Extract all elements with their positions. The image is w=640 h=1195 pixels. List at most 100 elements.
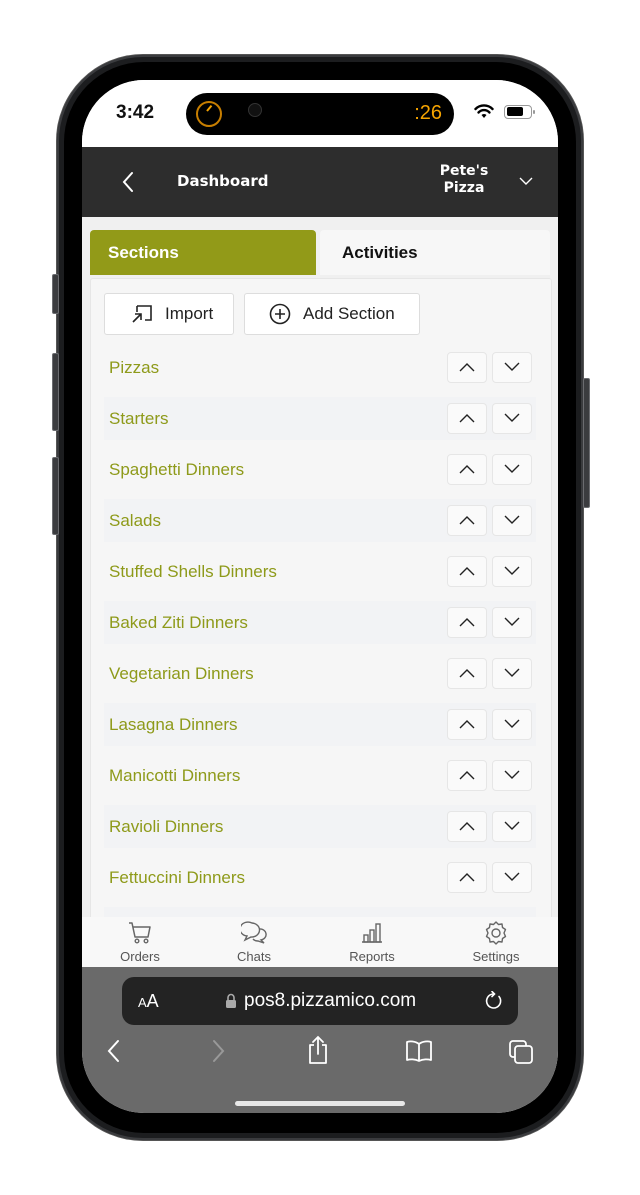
move-down-button[interactable] bbox=[492, 403, 532, 434]
chevron-down-icon[interactable] bbox=[519, 175, 533, 187]
section-name[interactable]: Lasagna Dinners bbox=[104, 715, 238, 735]
app-header: Dashboard Pete's Pizza bbox=[82, 147, 558, 217]
section-row: Vegetarian Dinners bbox=[104, 652, 536, 695]
add-section-label: Add Section bbox=[303, 304, 395, 323]
page-title: Dashboard bbox=[177, 172, 269, 190]
section-name[interactable]: Fettuccini Dinners bbox=[104, 868, 245, 888]
import-button[interactable]: Import bbox=[104, 293, 234, 335]
section-row: Starters bbox=[104, 397, 536, 440]
section-name[interactable]: Vegetarian Dinners bbox=[104, 664, 254, 684]
nav-orders-label: Orders bbox=[120, 949, 160, 964]
store-selector[interactable]: Pete's Pizza bbox=[432, 163, 496, 197]
section-row: Pizzas bbox=[104, 346, 536, 389]
nav-reports-label: Reports bbox=[349, 949, 395, 964]
volume-down-button bbox=[52, 457, 59, 535]
move-up-button[interactable] bbox=[447, 760, 487, 791]
move-down-button[interactable] bbox=[492, 505, 532, 536]
section-name[interactable]: Baked Ziti Dinners bbox=[104, 613, 248, 633]
nav-orders[interactable]: Orders bbox=[95, 917, 185, 964]
move-down-button[interactable] bbox=[492, 454, 532, 485]
move-up-button[interactable] bbox=[447, 709, 487, 740]
section-row: Stuffed Shells Dinners bbox=[104, 550, 536, 593]
move-up-button[interactable] bbox=[447, 403, 487, 434]
sections-panel: Import Add Section Pizzas Starters Spaghet… bbox=[90, 278, 552, 917]
reload-icon[interactable] bbox=[484, 991, 504, 1011]
reorder-controls bbox=[447, 760, 536, 791]
section-name[interactable]: Starters bbox=[104, 409, 169, 429]
reorder-controls bbox=[447, 403, 536, 434]
chevron-up-icon bbox=[459, 716, 475, 734]
section-list: Pizzas Starters Spaghetti Dinners Salads Stu… bbox=[104, 346, 536, 917]
back-icon[interactable] bbox=[120, 171, 136, 193]
chevron-down-icon bbox=[504, 563, 520, 581]
action-row: Import Add Section bbox=[104, 293, 420, 335]
cart-icon bbox=[129, 922, 151, 944]
move-down-button[interactable] bbox=[492, 556, 532, 587]
move-down-button[interactable] bbox=[492, 709, 532, 740]
status-icons bbox=[474, 104, 535, 119]
island-timer-text: :26 bbox=[414, 102, 442, 124]
chevron-up-icon bbox=[459, 410, 475, 428]
chat-bubbles-icon bbox=[241, 921, 267, 944]
text-size-button[interactable]: AA bbox=[138, 991, 159, 1012]
move-up-button[interactable] bbox=[447, 862, 487, 893]
reorder-controls bbox=[447, 862, 536, 893]
chevron-up-icon bbox=[459, 461, 475, 479]
section-row-partial bbox=[104, 907, 536, 917]
plus-circle-icon bbox=[269, 303, 291, 325]
move-up-button[interactable] bbox=[447, 811, 487, 842]
section-row: Lasagna Dinners bbox=[104, 703, 536, 746]
chevron-down-icon bbox=[504, 665, 520, 683]
section-name[interactable]: Manicotti Dinners bbox=[104, 766, 240, 786]
chevron-up-icon bbox=[459, 869, 475, 887]
browser-toolbar: AA pos8.pizzamico.com bbox=[82, 967, 558, 1113]
tab-activities[interactable]: Activities bbox=[320, 230, 550, 275]
move-up-button[interactable] bbox=[447, 454, 487, 485]
section-row: Manicotti Dinners bbox=[104, 754, 536, 797]
move-down-button[interactable] bbox=[492, 607, 532, 638]
move-up-button[interactable] bbox=[447, 556, 487, 587]
chevron-down-icon bbox=[504, 461, 520, 479]
move-down-button[interactable] bbox=[492, 760, 532, 791]
section-name[interactable]: Pizzas bbox=[104, 358, 159, 378]
nav-reports[interactable]: Reports bbox=[327, 917, 417, 964]
section-name[interactable]: Spaghetti Dinners bbox=[104, 460, 244, 480]
nav-settings-label: Settings bbox=[472, 949, 520, 964]
tabs-icon[interactable] bbox=[508, 1039, 534, 1065]
bottom-nav: Orders Chats Reports Settings bbox=[82, 917, 558, 967]
move-down-button[interactable] bbox=[492, 352, 532, 383]
nav-chats-label: Chats bbox=[237, 949, 271, 964]
move-down-button[interactable] bbox=[492, 658, 532, 689]
move-up-button[interactable] bbox=[447, 505, 487, 536]
tab-sections[interactable]: Sections bbox=[90, 230, 316, 275]
section-row: Ravioli Dinners bbox=[104, 805, 536, 848]
reorder-controls bbox=[447, 454, 536, 485]
battery-icon bbox=[504, 104, 535, 119]
address-bar[interactable]: AA pos8.pizzamico.com bbox=[122, 977, 518, 1025]
section-name[interactable]: Ravioli Dinners bbox=[104, 817, 223, 837]
move-down-button[interactable] bbox=[492, 862, 532, 893]
action-button bbox=[52, 274, 59, 314]
browser-forward-icon[interactable] bbox=[210, 1039, 226, 1063]
chevron-down-icon bbox=[504, 869, 520, 887]
section-name[interactable]: Stuffed Shells Dinners bbox=[104, 562, 277, 582]
bookmarks-icon[interactable] bbox=[405, 1039, 433, 1063]
section-row: Salads bbox=[104, 499, 536, 542]
nav-settings[interactable]: Settings bbox=[451, 917, 541, 964]
url-text[interactable]: pos8.pizzamico.com bbox=[244, 990, 416, 1012]
move-up-button[interactable] bbox=[447, 352, 487, 383]
nav-chats[interactable]: Chats bbox=[209, 917, 299, 964]
chevron-up-icon bbox=[459, 512, 475, 530]
move-up-button[interactable] bbox=[447, 607, 487, 638]
move-down-button[interactable] bbox=[492, 811, 532, 842]
front-camera bbox=[248, 103, 262, 117]
add-section-button[interactable]: Add Section bbox=[244, 293, 420, 335]
section-name[interactable]: Salads bbox=[104, 511, 161, 531]
import-label: Import bbox=[165, 304, 214, 323]
browser-back-icon[interactable] bbox=[106, 1039, 122, 1063]
share-icon[interactable] bbox=[306, 1035, 330, 1065]
section-row: Fettuccini Dinners bbox=[104, 856, 536, 899]
reorder-controls bbox=[447, 556, 536, 587]
move-up-button[interactable] bbox=[447, 658, 487, 689]
chevron-down-icon bbox=[504, 716, 520, 734]
